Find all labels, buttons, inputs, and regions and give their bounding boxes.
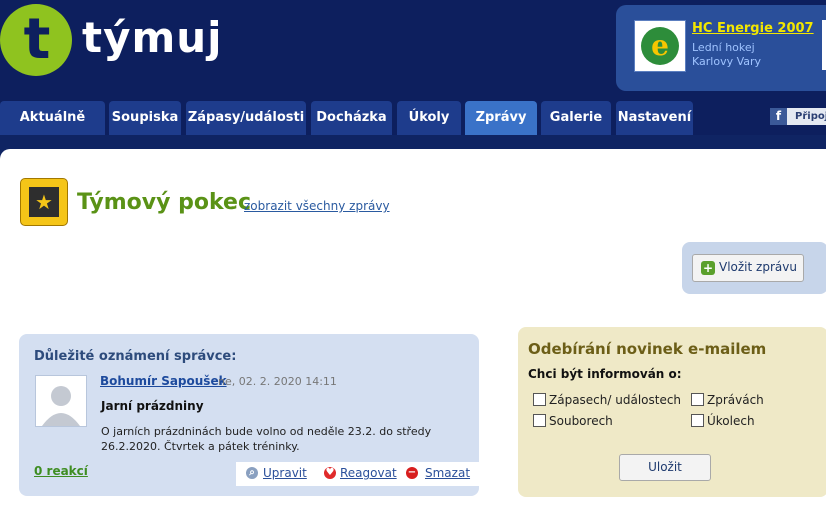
post-subject: Jarní prázdniny <box>101 399 204 413</box>
post-message-button[interactable]: + Vložit zprávu <box>692 254 804 282</box>
checkbox-matches[interactable] <box>533 393 546 406</box>
brand-logo-letter: t <box>23 7 51 72</box>
main-tabs: Aktuálně Soupiska Zápasy/události Docház… <box>0 101 826 135</box>
brand-logo[interactable]: t <box>0 4 72 76</box>
tab-galerie[interactable]: Galerie <box>541 101 611 135</box>
save-button[interactable]: Uložit <box>619 454 711 481</box>
plus-icon: + <box>701 261 715 275</box>
avatar-silhouette-icon <box>42 386 80 426</box>
brand-name[interactable]: týmuj <box>82 10 223 66</box>
author-link[interactable]: Bohumír Sapoušek <box>100 374 227 388</box>
team-logo-icon: e <box>641 27 679 65</box>
tab-zpravy[interactable]: Zprávy <box>465 101 537 135</box>
tab-aktualne[interactable]: Aktuálně <box>0 101 105 135</box>
post-message-label: Vložit zprávu <box>719 260 797 274</box>
title-separator: - <box>231 199 236 213</box>
tab-ukoly[interactable]: Úkoly <box>397 101 461 135</box>
team-logo[interactable]: e <box>634 20 686 72</box>
tab-soupiska[interactable]: Soupiska <box>109 101 181 135</box>
post-body: O jarních prázdninách bude volno od nedě… <box>101 425 432 453</box>
avatar <box>35 375 87 427</box>
delete-link[interactable]: Smazat <box>425 466 470 480</box>
edit-link[interactable]: Upravit <box>263 466 307 480</box>
team-sport: Lední hokej <box>692 41 755 54</box>
reply-link[interactable]: Reagovat <box>340 466 397 480</box>
checkbox-messages[interactable] <box>691 393 704 406</box>
facebook-label: Připoj <box>795 111 826 122</box>
post-actions: ⌕ Upravit ♥ Reagovat − Smazat <box>236 462 480 486</box>
all-messages-link[interactable]: zobrazit všechny zprávy <box>244 199 390 213</box>
tab-dochazka[interactable]: Docházka <box>311 101 392 135</box>
checkbox-tasks-label: Úkolech <box>707 414 755 428</box>
checkbox-tasks[interactable] <box>691 414 704 427</box>
team-name-link[interactable]: HC Energie 2007 <box>692 21 814 36</box>
chat-section-icon: ★ <box>20 178 68 226</box>
player-icon: ★ <box>29 187 59 217</box>
checkbox-files-label: Souborech <box>549 414 613 428</box>
header-right-edge <box>822 20 826 70</box>
post-date: ne, 02. 2. 2020 14:11 <box>218 375 337 388</box>
checkbox-messages-label: Zprávách <box>707 393 764 407</box>
tab-zapasy[interactable]: Zápasy/události <box>186 101 306 135</box>
announcement-heading: Důležité oznámení správce: <box>34 349 237 364</box>
facebook-connect-button[interactable]: f Připoj <box>770 108 826 125</box>
delete-icon: − <box>406 467 418 479</box>
heart-icon: ♥ <box>324 467 336 479</box>
tab-nastaveni[interactable]: Nastavení <box>616 101 693 135</box>
facebook-icon: f <box>770 108 787 125</box>
magnifier-icon: ⌕ <box>246 467 258 479</box>
page-title: Týmový pokec <box>77 190 251 215</box>
checkbox-matches-label: Zápasech/ událostech <box>549 393 682 407</box>
team-city: Karlovy Vary <box>692 55 762 68</box>
reactions-link[interactable]: 0 reakcí <box>34 464 88 478</box>
subscription-label: Chci být informován o: <box>528 367 682 381</box>
checkbox-files[interactable] <box>533 414 546 427</box>
subscription-title: Odebírání novinek e-mailem <box>528 340 767 358</box>
